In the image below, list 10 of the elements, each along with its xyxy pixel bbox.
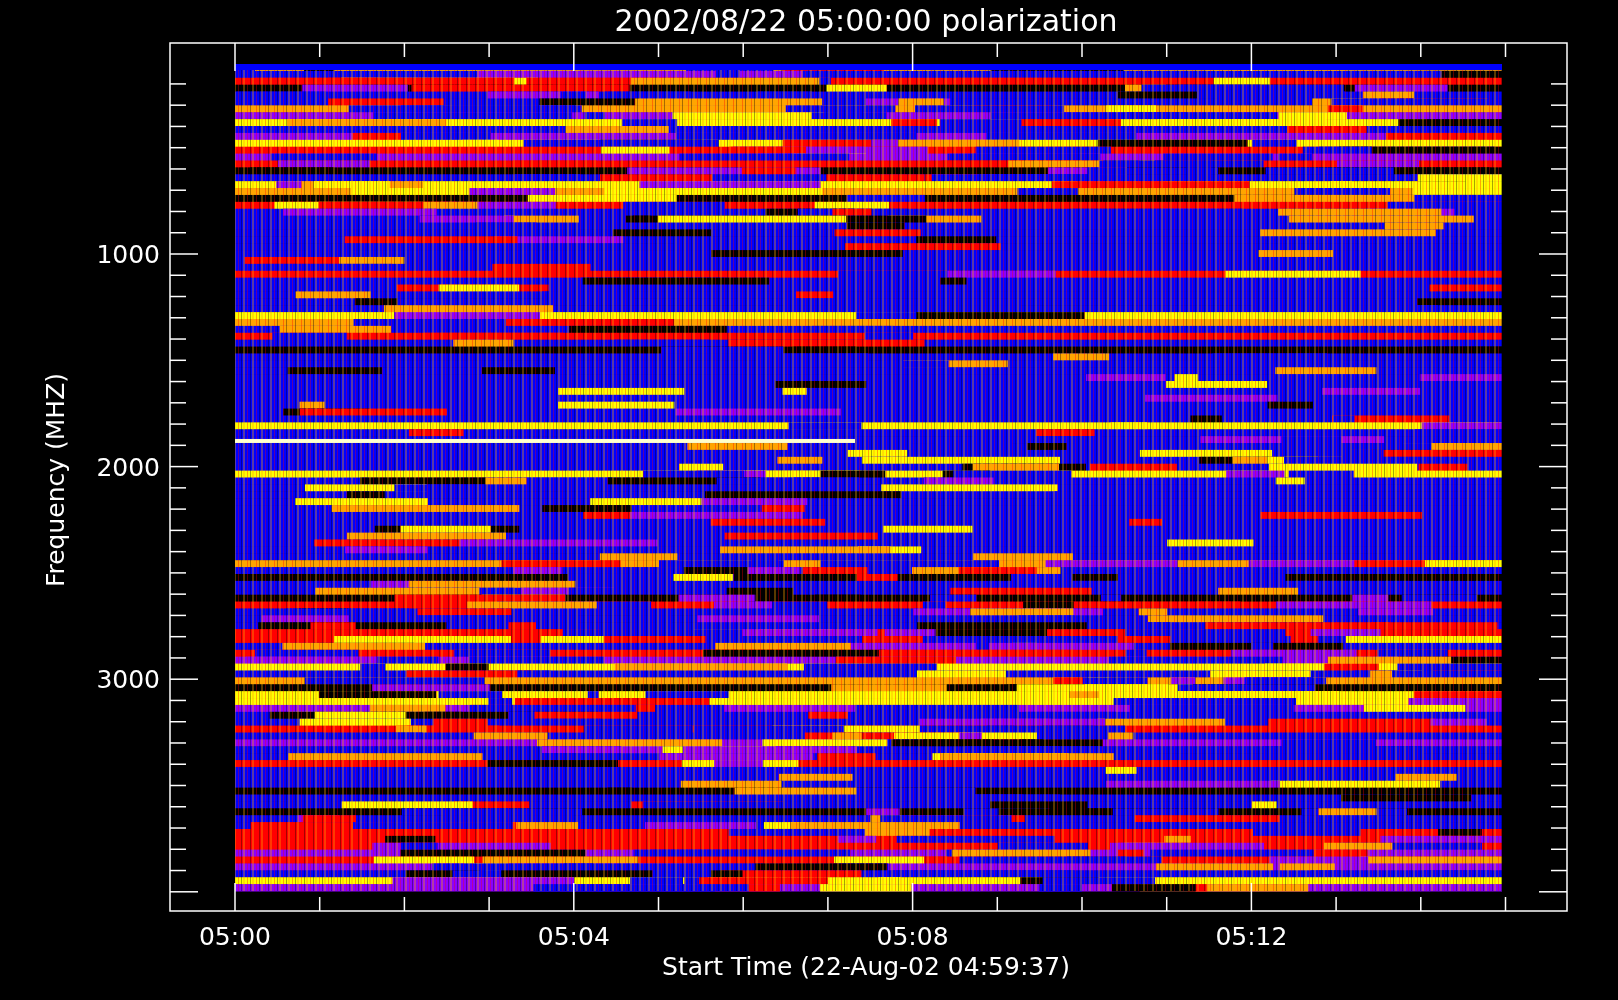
x-tick-label: 05:04 (537, 922, 610, 951)
x-tick-label: 05:08 (876, 922, 949, 951)
y-tick-label: 2000 (96, 452, 160, 482)
chart-title: 2002/08/22 05:00:00 polarization (614, 3, 1118, 38)
x-tick-label: 05:00 (199, 922, 271, 951)
y-tick-label: 3000 (96, 665, 160, 695)
y-axis-label: Frequency (MHZ) (41, 372, 70, 588)
x-tick-label: 05:12 (1215, 922, 1288, 951)
x-axis-label: Start Time (22-Aug-02 04:59:37) (662, 952, 1070, 981)
y-tick-label: 1000 (96, 240, 160, 269)
